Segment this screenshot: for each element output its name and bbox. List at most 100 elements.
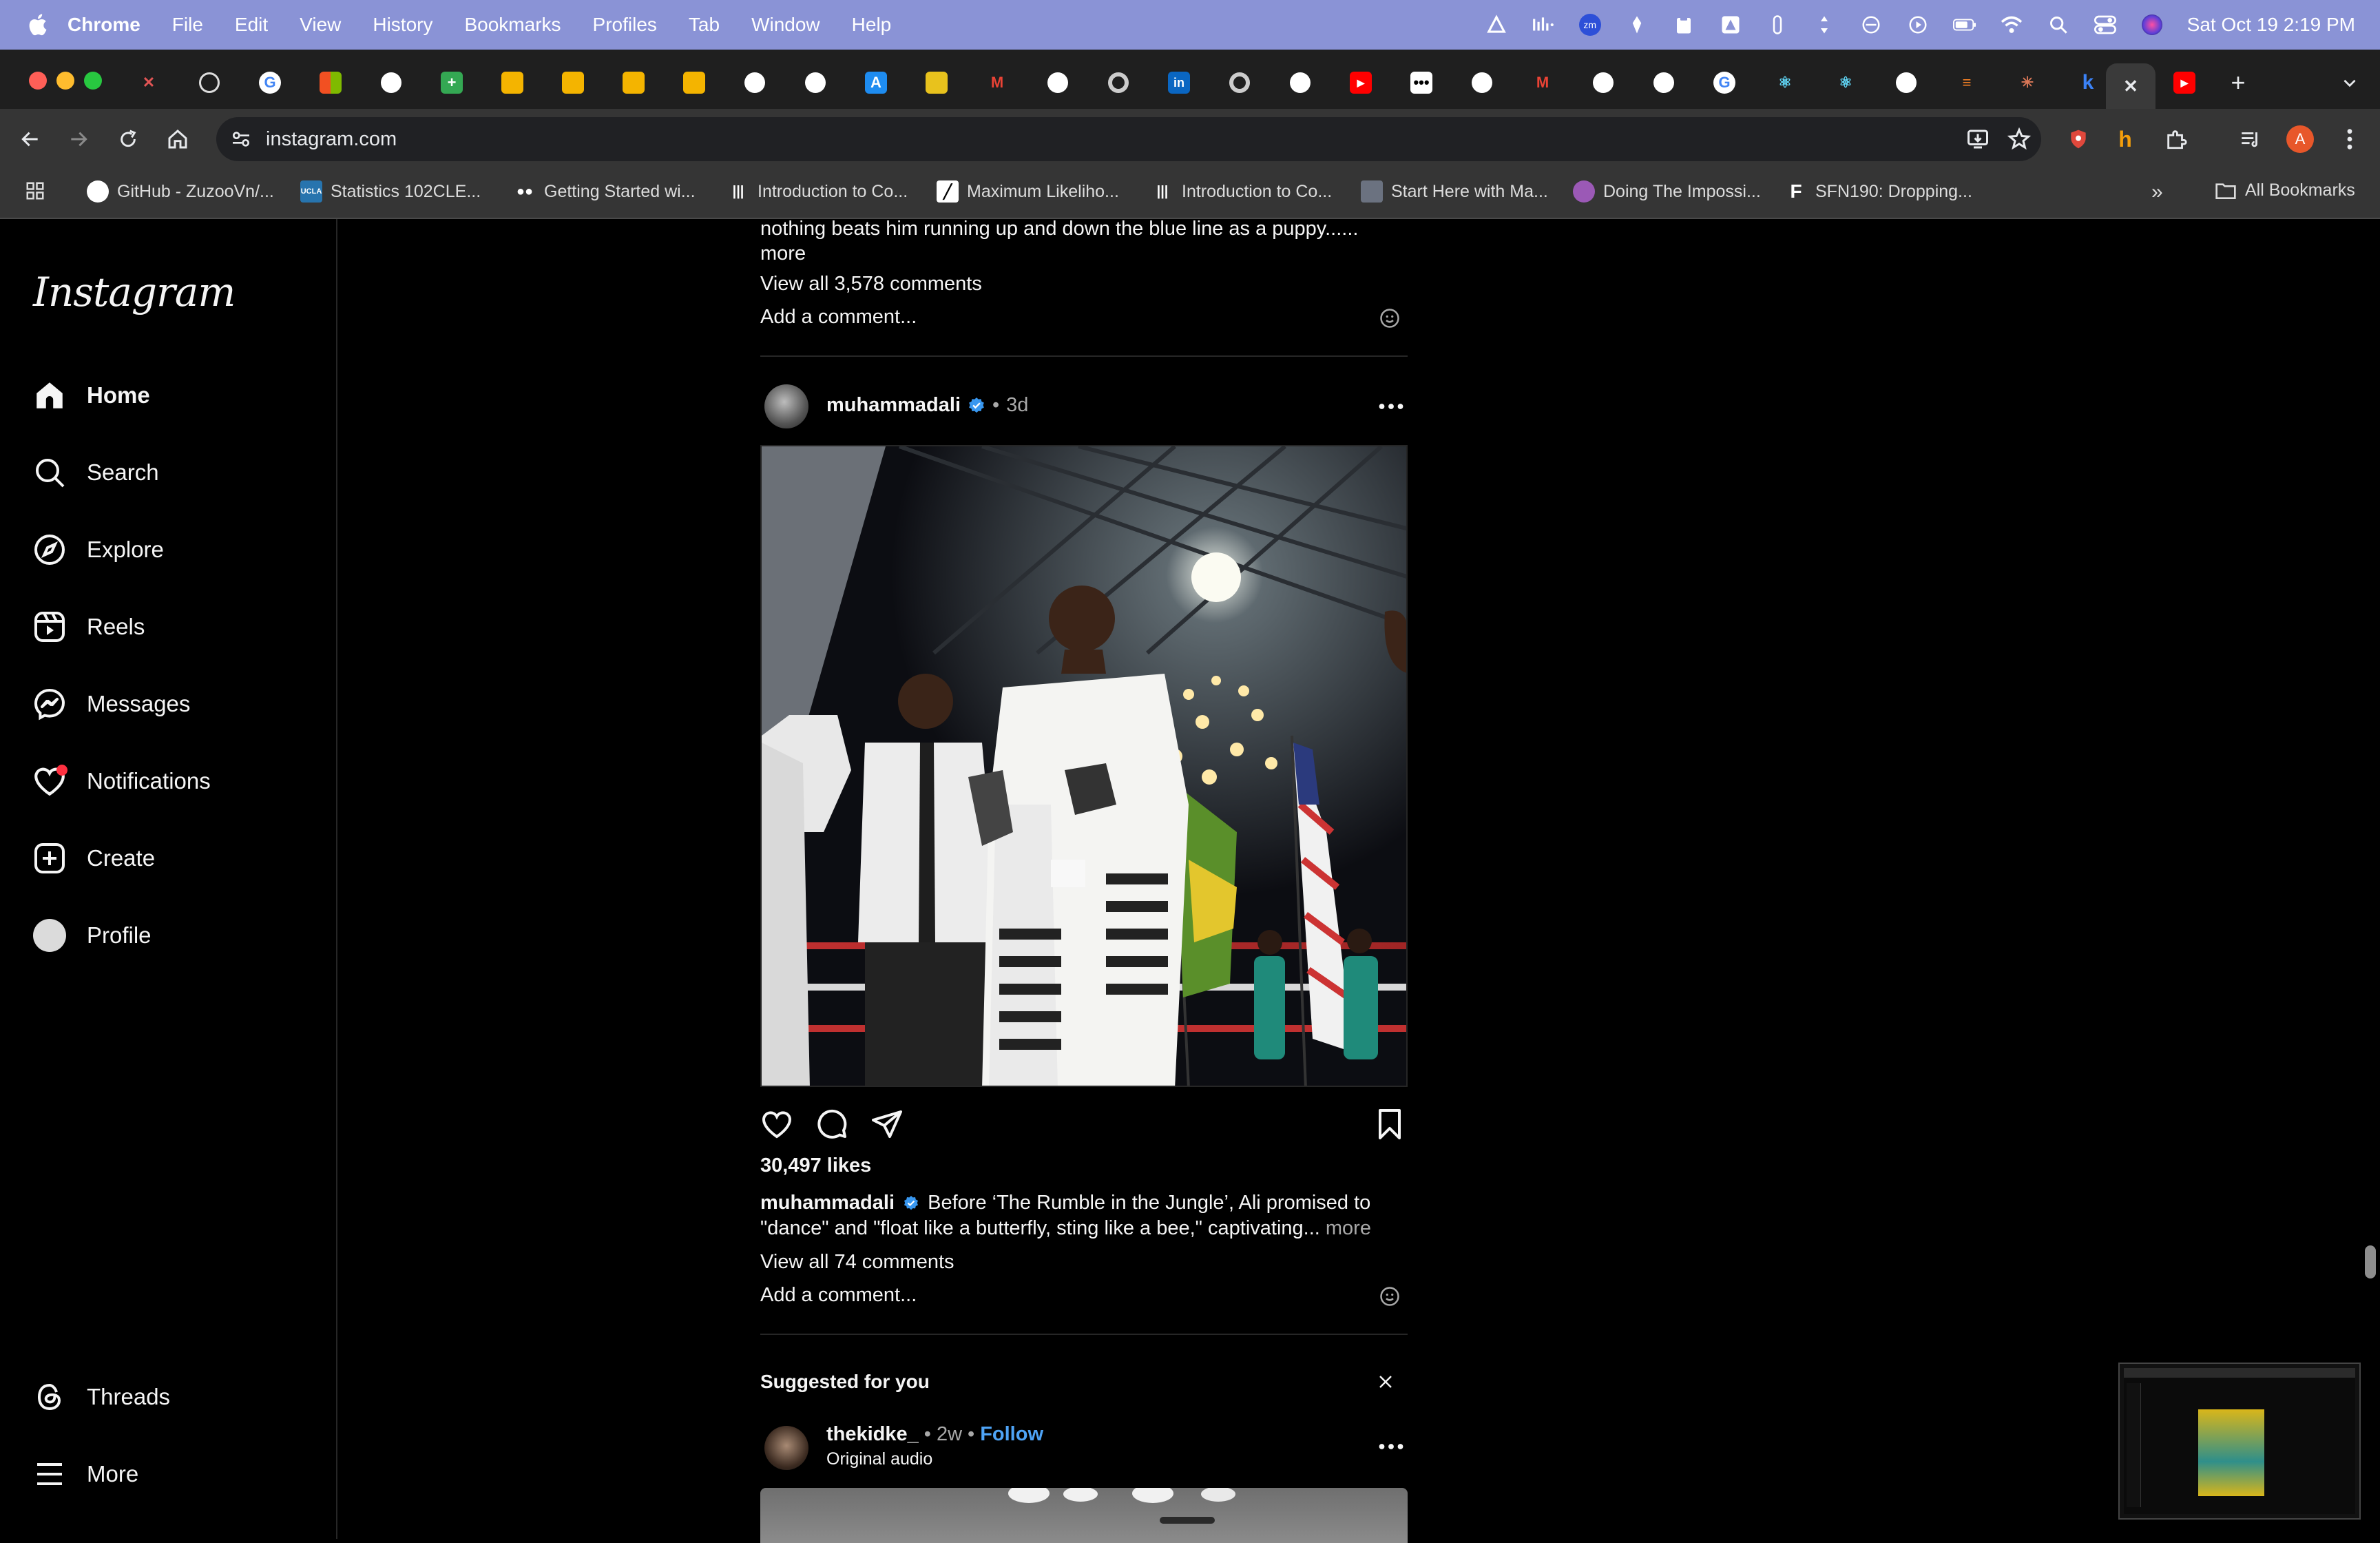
battery-icon[interactable] — [1952, 13, 1976, 37]
save-bookmark-icon[interactable] — [1370, 1105, 1409, 1143]
home-button[interactable] — [164, 125, 191, 153]
tab-appstore[interactable]: A — [851, 63, 901, 102]
zoom-icon[interactable]: zm — [1578, 13, 1602, 37]
picture-in-picture-window[interactable] — [2118, 1363, 2361, 1520]
suggested-media[interactable] — [760, 1488, 1408, 1543]
tab-github-9[interactable] — [1881, 63, 1931, 102]
url-text[interactable]: instagram.com — [266, 128, 397, 151]
tab-stack[interactable]: ≡ — [1942, 63, 1992, 102]
suggested-avatar[interactable] — [764, 1426, 808, 1470]
clipboard-icon[interactable] — [1672, 13, 1695, 37]
bookmark-item[interactable]: GitHub - ZuzooVn/... — [87, 180, 274, 203]
menu-chrome[interactable]: Chrome — [67, 14, 140, 36]
reload-button[interactable] — [114, 125, 142, 153]
focus-icon[interactable] — [1859, 13, 1883, 37]
siri-icon[interactable] — [2140, 13, 2164, 37]
menu-tab[interactable]: Tab — [689, 14, 720, 36]
tab-chrome-1[interactable] — [1094, 63, 1143, 102]
extension-shield-button[interactable] — [2065, 125, 2092, 153]
post-username[interactable]: muhammadali — [826, 394, 961, 417]
tab-google-2[interactable]: G — [1700, 63, 1749, 102]
paperclip-icon[interactable] — [1766, 13, 1789, 37]
vector-icon[interactable] — [1485, 13, 1508, 37]
suggested-options-icon[interactable] — [1372, 1427, 1410, 1466]
share-paperplane-icon[interactable] — [868, 1105, 906, 1143]
nav-more[interactable]: More — [30, 1449, 138, 1499]
tab-github-8[interactable] — [1639, 63, 1689, 102]
zoom-window-button[interactable] — [84, 72, 102, 90]
tab-gmail-2[interactable]: M — [1518, 63, 1567, 102]
apps-button[interactable] — [25, 180, 45, 201]
image-icon[interactable] — [1719, 13, 1742, 37]
tab-react-2[interactable]: ⚛ — [1821, 63, 1870, 102]
tab-slides-3[interactable] — [609, 63, 658, 102]
comment-bubble-icon[interactable] — [813, 1105, 851, 1143]
close-window-button[interactable] — [29, 72, 47, 90]
nav-create[interactable]: Create — [30, 833, 155, 883]
menu-bookmarks[interactable]: Bookmarks — [464, 14, 561, 36]
post-image[interactable] — [760, 445, 1408, 1087]
like-heart-icon[interactable] — [758, 1105, 796, 1143]
bookmarks-overflow-button[interactable]: » — [2151, 180, 2163, 204]
nav-threads[interactable]: Threads — [30, 1372, 170, 1422]
menu-file[interactable]: File — [172, 14, 203, 36]
tab-claude[interactable]: ✳ — [2003, 63, 2052, 102]
wifi-icon[interactable] — [2000, 13, 2023, 37]
tab-github-7[interactable] — [1578, 63, 1628, 102]
caption-username[interactable]: muhammadali — [760, 1192, 895, 1214]
nav-explore[interactable]: Explore — [30, 525, 164, 574]
prev-post-view-comments[interactable]: View all 3,578 comments — [760, 271, 982, 297]
tab-github-4[interactable] — [1033, 63, 1083, 102]
tab-youtube-1[interactable]: ▶ — [1336, 63, 1386, 102]
bookmark-item[interactable]: ●● Getting Started wi... — [514, 180, 696, 203]
apple-icon[interactable] — [25, 11, 52, 39]
caption-more-link[interactable]: more — [1326, 1217, 1371, 1239]
post-avatar[interactable] — [764, 384, 808, 428]
chrome-menu-button[interactable] — [2336, 125, 2363, 153]
nav-reels[interactable]: Reels — [30, 602, 145, 652]
bookmark-item[interactable]: UCLA Statistics 102CLE... — [300, 180, 481, 203]
follow-button[interactable]: Follow — [980, 1423, 1043, 1446]
spotlight-search-icon[interactable] — [2047, 13, 2070, 37]
prev-post-more-link[interactable]: more — [760, 241, 806, 267]
menu-window[interactable]: Window — [751, 14, 820, 36]
prev-post-comment-input[interactable]: Add a comment... — [760, 304, 917, 330]
tab-instagram-active[interactable]: ✕ — [2106, 63, 2155, 109]
back-button[interactable] — [17, 125, 44, 153]
tab-sheets[interactable]: + — [427, 63, 477, 102]
instagram-logo[interactable]: Instagram — [33, 269, 236, 315]
close-suggestions-icon[interactable] — [1366, 1363, 1405, 1401]
extension-honey-button[interactable]: h — [2111, 125, 2139, 153]
menu-profiles[interactable]: Profiles — [593, 14, 657, 36]
page-scrollbar-thumb[interactable] — [2365, 1245, 2376, 1278]
extensions-button[interactable] — [2162, 125, 2190, 153]
profile-avatar-button[interactable]: A — [2286, 125, 2314, 153]
tab-microsoft[interactable] — [306, 63, 355, 102]
bookmark-item[interactable]: ||| Introduction to Co... — [727, 180, 908, 203]
tab-linkedin[interactable]: in — [1154, 63, 1204, 102]
bookmark-item[interactable]: ||| Introduction to Co... — [1151, 180, 1333, 203]
tab-slides-1[interactable] — [488, 63, 537, 102]
tab-search-button[interactable] — [2325, 63, 2374, 102]
media-control-button[interactable] — [2237, 125, 2264, 153]
menubar-clock[interactable]: Sat Oct 19 2:19 PM — [2187, 14, 2355, 36]
likes-count[interactable]: 30,497 likes — [760, 1154, 871, 1177]
tab-github-2[interactable] — [730, 63, 780, 102]
tab-youtube-2[interactable]: ▶ — [2160, 63, 2209, 102]
nav-search[interactable]: Search — [30, 448, 159, 497]
all-bookmarks-button[interactable]: All Bookmarks — [2215, 180, 2355, 200]
menu-help[interactable]: Help — [852, 14, 892, 36]
tab-slides-4[interactable] — [669, 63, 719, 102]
tab-openai[interactable] — [185, 63, 234, 102]
site-info-icon[interactable] — [230, 128, 252, 150]
tab-github-3[interactable] — [791, 63, 840, 102]
menu-edit[interactable]: Edit — [235, 14, 268, 36]
tab-github-1[interactable] — [366, 63, 416, 102]
bookmark-item[interactable]: Doing The Impossi... — [1573, 180, 1761, 203]
close-tab-icon[interactable]: ✕ — [2120, 75, 2142, 97]
tab-gmail-1[interactable]: M — [972, 63, 1022, 102]
tab-security[interactable] — [912, 63, 961, 102]
add-comment-input[interactable]: Add a comment... — [760, 1283, 917, 1308]
media-progress-handle[interactable] — [1160, 1517, 1215, 1524]
bookmark-star-icon[interactable] — [2007, 127, 2032, 152]
